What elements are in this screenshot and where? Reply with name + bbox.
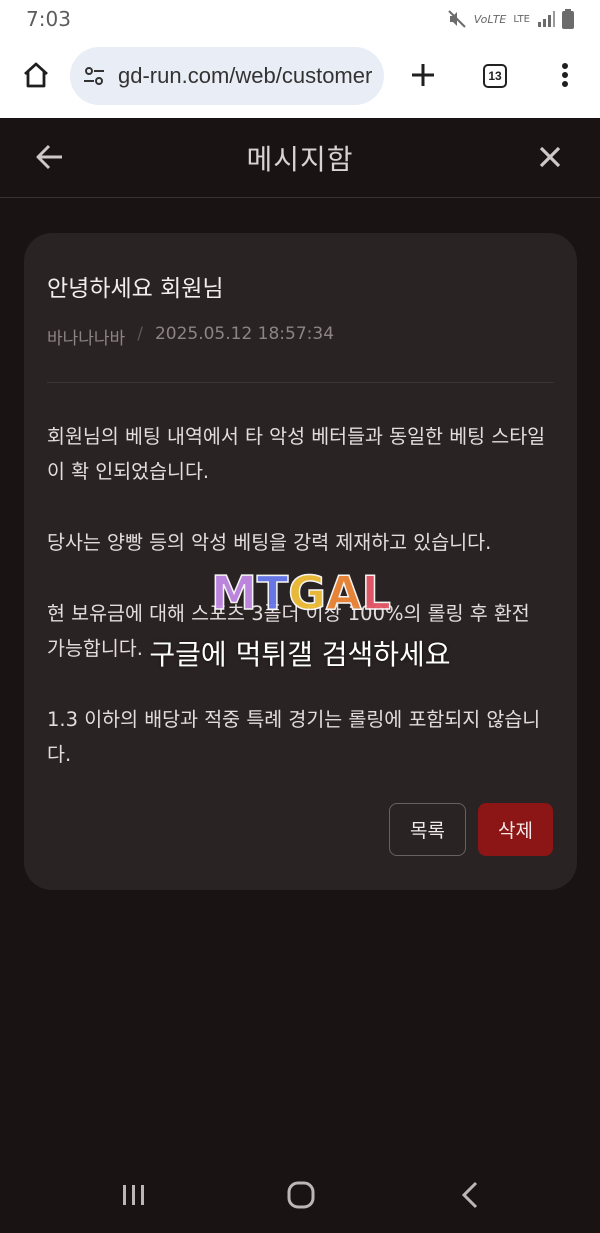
close-icon: [538, 145, 562, 173]
back-nav-button[interactable]: [450, 1180, 490, 1214]
delete-button[interactable]: 삭제: [478, 803, 553, 856]
message-datetime: 2025.05.12 18:57:34: [154, 324, 335, 344]
message-paragraph: 당사는 양빵 등의 악성 베팅을 강력 제재하고 있습니다.: [47, 531, 492, 554]
chevron-left-icon: [461, 1181, 479, 1213]
recents-icon: [121, 1183, 147, 1211]
message-title: 안녕하세요 회원님: [47, 276, 224, 302]
status-time: 7:03: [26, 7, 71, 31]
recents-button[interactable]: [114, 1180, 154, 1214]
lte-indicator: LTE: [513, 13, 530, 25]
message-card: 안녕하세요 회원님 바나나나바 / 2025.05.12 18:57:34 회원…: [24, 233, 577, 890]
page-title: 메시지함: [246, 143, 354, 176]
watermark-logo: MTGAL: [196, 565, 406, 621]
watermark-logo-letter: A: [325, 565, 362, 621]
signal-icon: [537, 10, 555, 28]
list-button[interactable]: 목록: [389, 803, 466, 856]
status-bar: 7:03 VoLTE LTE: [0, 0, 600, 38]
home-nav-button[interactable]: [281, 1180, 321, 1214]
divider: [47, 382, 554, 383]
meta-separator: /: [137, 324, 143, 344]
close-button[interactable]: [531, 140, 569, 178]
new-tab-button[interactable]: [404, 58, 442, 96]
message-meta: 바나나나바 / 2025.05.12 18:57:34: [47, 324, 334, 349]
url-bar[interactable]: gd-run.com/web/customer: [70, 47, 384, 105]
browser-toolbar: gd-run.com/web/customer 13: [0, 38, 600, 118]
page-header: 메시지함: [0, 118, 600, 198]
watermark-logo-letter: M: [210, 565, 257, 621]
watermark-logo-letter: L: [361, 565, 392, 621]
watermark-logo-letter: G: [287, 565, 326, 621]
url-text[interactable]: gd-run.com/web/customer: [118, 63, 372, 89]
watermark-logo-text: MTGAL: [210, 565, 392, 621]
tune-icon[interactable]: [82, 64, 106, 88]
watermark-text: 구글에 먹튀갤 검색하세요: [149, 638, 451, 671]
message-sender: 바나나나바: [47, 329, 126, 349]
plus-icon: [410, 62, 436, 92]
more-menu-button[interactable]: [552, 58, 578, 96]
watermark-logo-letter: T: [256, 565, 289, 621]
message-paragraph: 1.3 이하의 배당과 적중 특례 경기는 롤링에 포함되지 않습니다.: [47, 708, 541, 766]
home-icon: [21, 60, 51, 94]
message-paragraph: 회원님의 베팅 내역에서 타 악성 베터들과 동일한 베팅 스타일이 확 인되었…: [47, 425, 546, 483]
volte-indicator: VoLTE: [473, 12, 507, 26]
more-vert-icon: [561, 62, 569, 92]
home-button[interactable]: [17, 58, 55, 96]
tab-switcher-icon: 13: [483, 64, 507, 88]
system-nav-bar: [0, 1160, 600, 1233]
mute-icon: [447, 9, 467, 29]
tab-switcher-button[interactable]: 13: [480, 61, 510, 91]
home-circle-icon: [287, 1181, 315, 1213]
status-icons: VoLTE LTE: [447, 9, 574, 29]
battery-icon: [562, 9, 574, 29]
